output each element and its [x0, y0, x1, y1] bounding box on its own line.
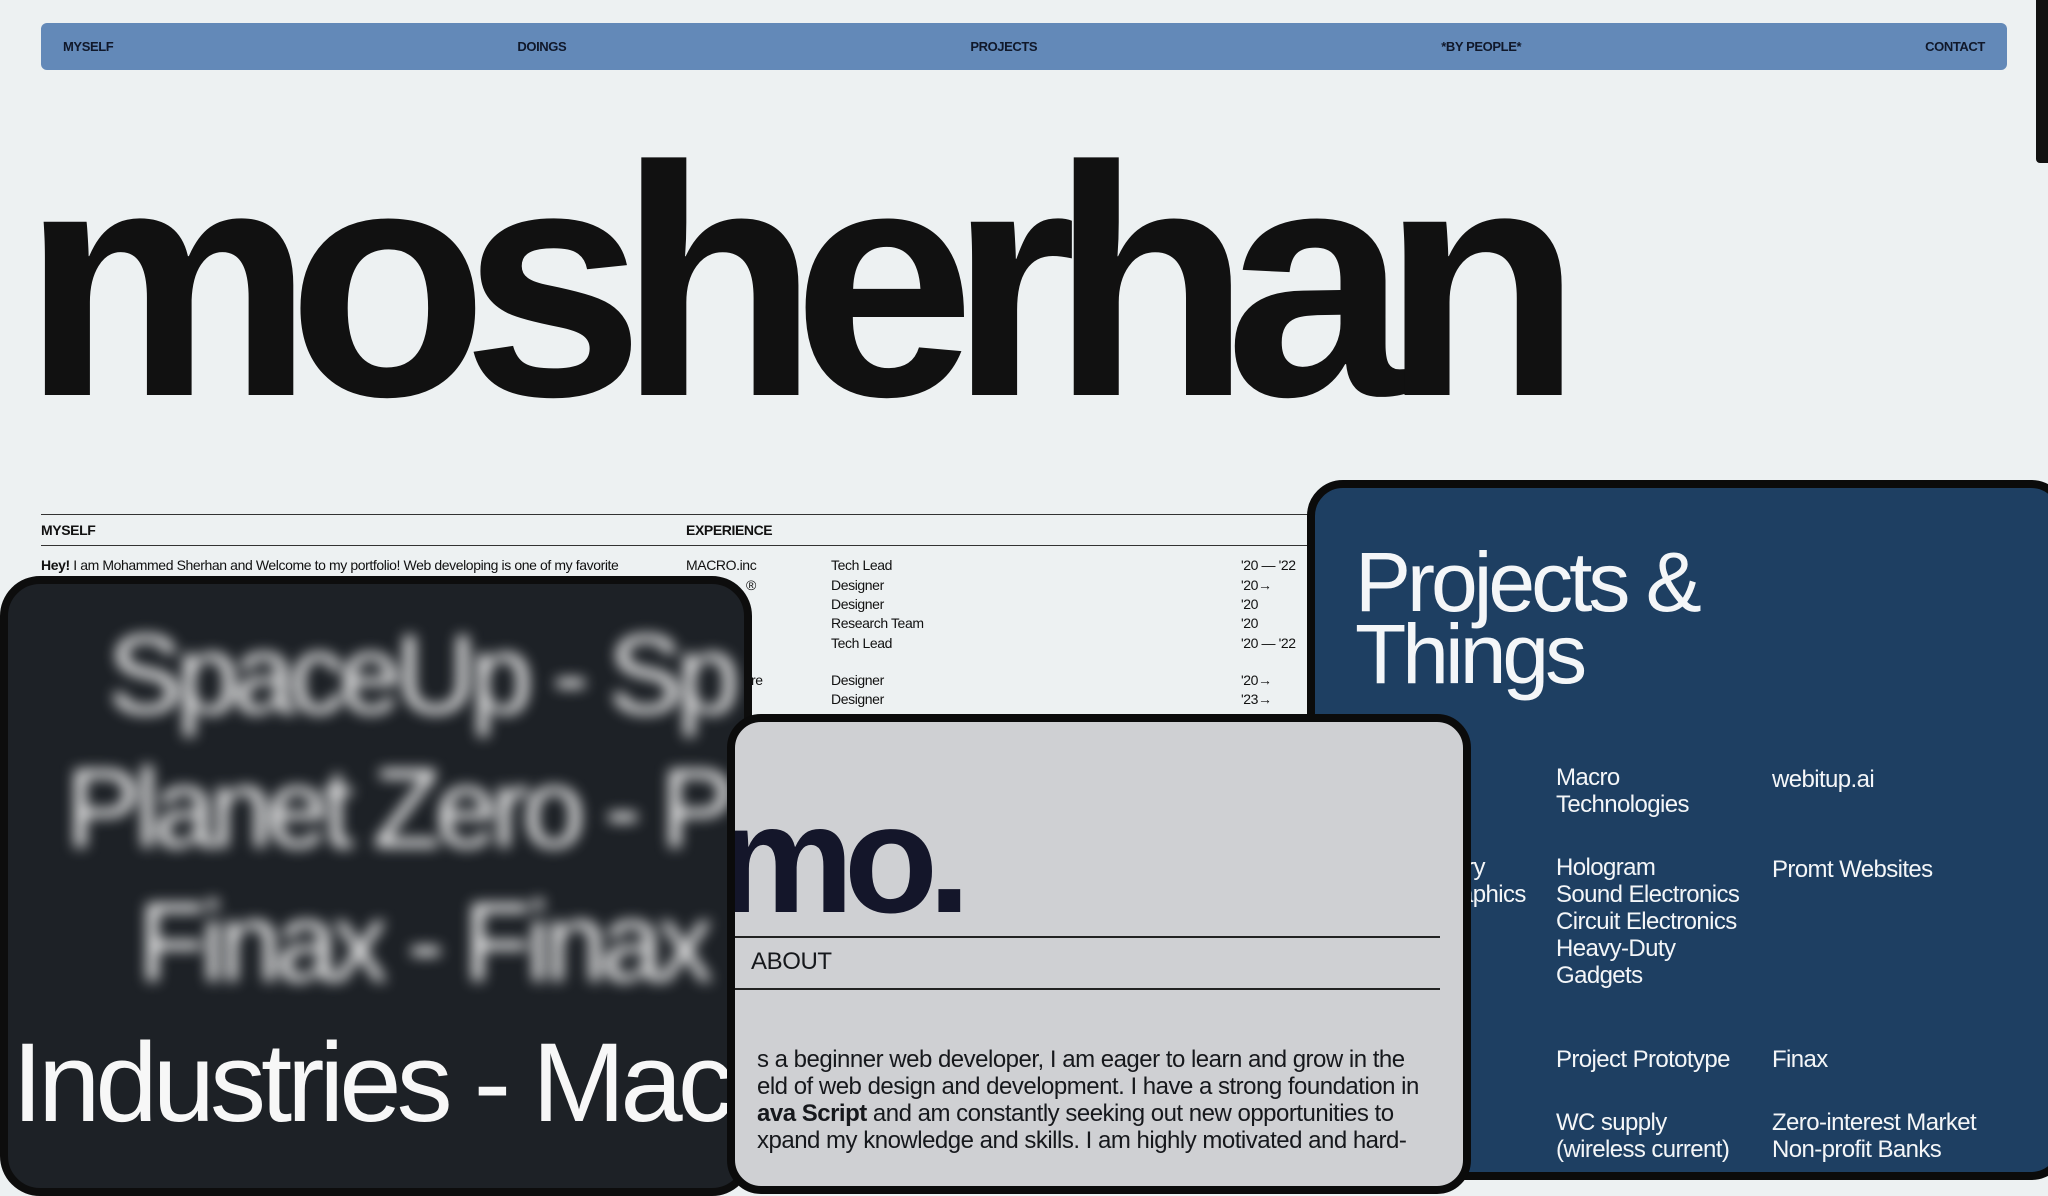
project-name-line: Finax - Finax [138, 880, 713, 1005]
project-item-line: Gadgets [1556, 962, 1643, 989]
project-item-line: Circuit Electronics [1556, 908, 1737, 935]
project-item[interactable]: Project Prototype [1556, 1046, 1730, 1073]
project-item-line: Non-profit Banks [1772, 1136, 1942, 1163]
project-item[interactable]: Hologram Sound Electronics Circuit Elect… [1556, 854, 1740, 989]
project-item[interactable]: Finax [1772, 1046, 1828, 1073]
project-item[interactable]: Macro Technologies [1556, 764, 1690, 818]
project-item-line: Technologies [1556, 791, 1690, 818]
exp-role: Designer [831, 596, 884, 612]
nav-projects[interactable]: PROJECTS [970, 39, 1037, 54]
exp-role: Designer [831, 691, 884, 707]
project-item-line: Macro [1556, 764, 1620, 791]
project-item[interactable]: webitup.ai [1772, 766, 1875, 793]
divider [41, 545, 1311, 546]
about-line: ava Script and am constantly seeking out… [757, 1100, 1457, 1127]
mo-logo: mo. [727, 773, 971, 945]
exp-years: '23→ [1241, 691, 1272, 707]
projects-title: Projects & Things [1355, 540, 1702, 702]
about-heading: ABOUT [751, 948, 832, 975]
about-line: s a beginner web developer, I am eager t… [757, 1046, 1405, 1073]
exp-years: '20 [1241, 596, 1259, 612]
myself-intro: Hey! I am Mohammed Sherhan and Welcome t… [41, 557, 619, 573]
exp-years: '20→ [1241, 672, 1272, 688]
project-name-line: SpaceUp - Sp [108, 612, 739, 737]
divider [41, 514, 1311, 515]
project-item-line: Zero-interest Market [1772, 1109, 1977, 1136]
nav-myself[interactable]: MYSELF [63, 39, 114, 54]
exp-years: '20 — '22 [1241, 557, 1296, 573]
experience-row: Designer '23→ [686, 691, 1301, 711]
project-list-card[interactable]: SpaceUp - Sp Planet Zero - P Finax - Fin… [0, 576, 752, 1196]
project-item[interactable]: WC supply (wireless current) [1556, 1109, 1730, 1163]
intro-bold: Hey! [41, 557, 70, 573]
nav-contact[interactable]: CONTACT [1925, 39, 1985, 54]
intro-text: I am Mohammed Sherhan and Welcome to my … [69, 557, 619, 573]
project-item[interactable]: Zero-interest Market Non-profit Banks [1772, 1109, 1977, 1163]
myself-heading: MYSELF [41, 522, 96, 538]
scrollbar-thumb[interactable] [2036, 0, 2048, 163]
project-name-line-active[interactable]: Industries - Mac [12, 1018, 734, 1147]
project-name-line: Planet Zero - P [66, 746, 735, 871]
project-item-line: WC supply [1556, 1109, 1667, 1136]
exp-company: MACRO.inc [686, 557, 757, 573]
nav-by-people[interactable]: *BY PEOPLE* [1441, 39, 1521, 54]
project-item[interactable]: Promt Websites [1772, 856, 1933, 883]
about-paragraph: s a beginner web developer, I am eager t… [757, 1046, 1457, 1154]
top-nav: MYSELF DOINGS PROJECTS *BY PEOPLE* CONTA… [41, 23, 2007, 70]
divider [735, 988, 1440, 990]
exp-role: Research Team [831, 615, 924, 631]
project-item-line: Heavy-Duty [1556, 935, 1676, 962]
about-text: and am constantly seeking out new opport… [866, 1100, 1394, 1127]
divider [735, 936, 1440, 938]
experience-row: ® Designer '20→ [686, 577, 1301, 597]
about-bold: ava Script [757, 1100, 867, 1127]
exp-role: Tech Lead [831, 557, 893, 573]
hero-title: mosherhan [22, 98, 1582, 465]
experience-row: Designer '20 [686, 596, 1301, 616]
project-item-line: Sound Electronics [1556, 881, 1740, 908]
exp-company: ® [746, 577, 756, 593]
about-line: xpand my knowledge and skills. I am high… [757, 1127, 1407, 1154]
experience-row: MACRO.inc Tech Lead '20 — '22 [686, 557, 1301, 577]
exp-years: '20 [1241, 615, 1259, 631]
exp-role: Designer [831, 672, 884, 688]
exp-company: re [751, 672, 763, 688]
exp-years: '20→ [1241, 577, 1272, 593]
about-line: eld of web design and development. I hav… [757, 1073, 1419, 1100]
project-item-line: Hologram [1556, 854, 1656, 881]
experience-row: re Designer '20→ [686, 672, 1301, 692]
exp-role: Designer [831, 577, 884, 593]
experience-heading: EXPERIENCE [686, 522, 773, 538]
exp-role: Tech Lead [831, 635, 893, 651]
project-item-line: (wireless current) [1556, 1136, 1730, 1163]
nav-doings[interactable]: DOINGS [517, 39, 566, 54]
experience-row: Tech Lead '20 — '22 [686, 635, 1301, 655]
about-card[interactable]: mo. ABOUT s a beginner web developer, I … [727, 714, 1471, 1194]
experience-row: Research Team '20 [686, 615, 1301, 635]
projects-title-line: Things [1355, 607, 1587, 702]
exp-years: '20 — '22 [1241, 635, 1296, 651]
